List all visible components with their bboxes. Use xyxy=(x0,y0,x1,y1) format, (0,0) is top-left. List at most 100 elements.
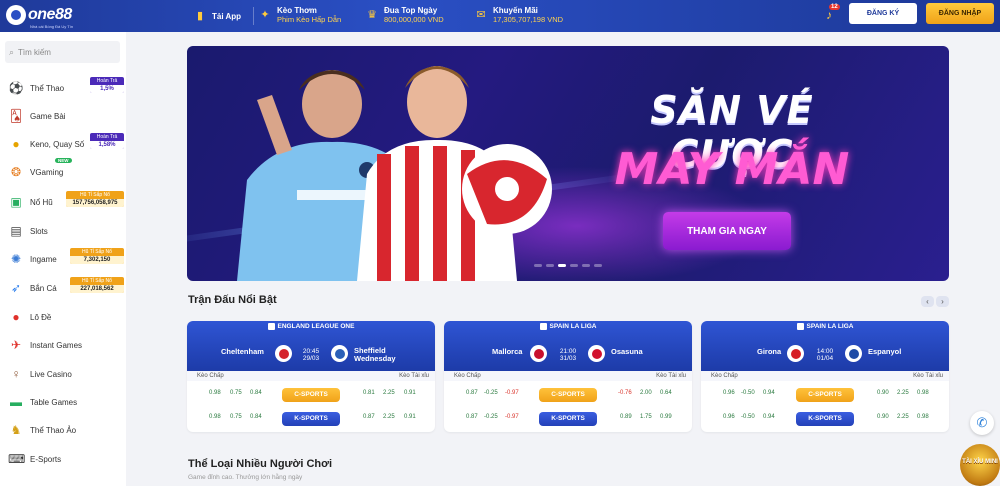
join-now-button[interactable]: THAM GIA NGAY xyxy=(663,212,791,250)
match-time: 14:00 01/04 xyxy=(816,348,834,362)
logo-text: one88 xyxy=(28,6,72,23)
k-sports-button[interactable]: K-SPORTS xyxy=(282,412,340,426)
sidebar-item-no-hu[interactable]: ▣ Nổ Hũ Hũ Tỉ Sắp Nổ 157,756,058,975 xyxy=(0,189,126,215)
promo-bonus-title: Khuyến Mãi xyxy=(493,6,538,15)
logo-tagline: Nhà cái Bóng Đá Uy Tín xyxy=(30,24,74,29)
promo-daily-top[interactable]: ♛ Đua Top Ngày 800,000,000 VND xyxy=(365,6,444,24)
fish-icon: ➶ xyxy=(10,281,22,295)
sidebar-item-vgaming[interactable]: ❂ VGaming NEW xyxy=(0,158,126,185)
sidebar-item-the-thao[interactable]: ⚽ Thể Thao Hoàn Trả 1,5% xyxy=(0,75,126,101)
jackpot-badge: Hũ Tỉ Sắp Nổ 227,018,562 xyxy=(70,277,124,293)
keno-icon: ● xyxy=(12,137,20,151)
badge-value: 1,58% xyxy=(90,141,124,149)
promo-bonus[interactable]: ✉ Khuyến Mãi 17,305,707,198 VND xyxy=(474,6,563,24)
sidebar-item-ingame[interactable]: ✺ Ingame Hũ Tỉ Sắp Nổ 7,302,150 xyxy=(0,246,126,272)
promo-hot-odds[interactable]: ✦ Kèo Thơm Phim Kèo Hấp Dẫn xyxy=(258,6,341,24)
table-icon: ▬ xyxy=(10,395,22,409)
carousel-dot[interactable] xyxy=(594,264,602,267)
sidebar: ⌕ Tìm kiếm ⚽ Thể Thao Hoàn Trả 1,5% 🂡 Ga… xyxy=(0,32,126,486)
odds-row: 0.98 0.75 0.84 C-SPORTS 0.81 2.25 0.91 xyxy=(187,388,435,402)
sidebar-item-lo-de[interactable]: ● Lô Đề xyxy=(0,304,126,330)
home-team: Girona xyxy=(757,347,782,356)
home-crest-icon xyxy=(787,345,804,362)
popular-games-subtitle: Game đỉnh cao. Thưởng lớn hằng ngày xyxy=(188,474,303,481)
k-sports-button[interactable]: K-SPORTS xyxy=(796,412,854,426)
logo[interactable]: one88 Nhà cái Bóng Đá Uy Tín xyxy=(6,5,73,29)
search-box[interactable]: ⌕ Tìm kiếm xyxy=(5,41,120,63)
promo-banner[interactable]: SĂN VÉ CƯỢC MAY MẮN THAM GIA NGAY xyxy=(187,46,949,281)
sidebar-item-table-games[interactable]: ▬ Table Games xyxy=(0,389,126,415)
sidebar-item-label: Table Games xyxy=(30,397,78,407)
carousel-dot[interactable] xyxy=(570,264,578,267)
odds-row: 0.87 -0.25 -0.97 K-SPORTS 0.89 1.75 0.99 xyxy=(444,412,692,426)
ingame-icon: ✺ xyxy=(10,252,22,266)
flag-icon xyxy=(267,323,275,330)
carousel-dot[interactable] xyxy=(582,264,590,267)
sidebar-item-keno[interactable]: ● Keno, Quay Số Hoàn Trả 1,58% xyxy=(0,131,126,157)
slots-icon: ▤ xyxy=(10,224,22,238)
carousel-dot-active[interactable] xyxy=(558,264,566,267)
sidebar-item-label: Live Casino xyxy=(30,369,72,379)
badge-value: 1,5% xyxy=(90,85,124,93)
home-crest-icon xyxy=(530,345,547,362)
badge-title: Hoàn Trả xyxy=(96,78,118,84)
match-card[interactable]: SPAIN LA LIGA Girona 14:00 01/04 Espanyol… xyxy=(701,321,949,432)
sidebar-item-the-thao-ao[interactable]: ♞ Thể Thao Ảo xyxy=(0,417,126,443)
sidebar-item-label: Game Bài xyxy=(30,111,66,121)
register-button[interactable]: ĐĂNG KÝ xyxy=(849,3,917,24)
jackpot-badge: Hũ Tỉ Sắp Nổ 7,302,150 xyxy=(70,248,124,264)
sidebar-item-label: Thể Thao xyxy=(30,83,65,93)
odds-row: 0.96 -0.50 0.94 K-SPORTS 0.90 2.25 0.98 xyxy=(701,412,949,426)
match-card[interactable]: ENGLAND LEAGUE ONE Cheltenham 20:45 29/03… xyxy=(187,321,435,432)
k-sports-button[interactable]: K-SPORTS xyxy=(539,412,597,426)
home-team: Mallorca xyxy=(492,347,523,356)
phone-icon[interactable]: ✆ xyxy=(970,411,994,435)
trophy-icon: ♛ xyxy=(367,9,377,21)
cashback-badge: Hoàn Trả 1,58% xyxy=(90,133,124,149)
cashback-badge: Hoàn Trả 1,5% xyxy=(90,77,124,93)
sidebar-item-label: VGaming xyxy=(30,167,64,177)
away-crest-icon xyxy=(845,345,862,362)
home-crest-icon xyxy=(275,345,292,362)
player-atletico-image xyxy=(357,66,552,281)
vgaming-icon: ❂ xyxy=(10,165,22,179)
jackpot-icon: ▣ xyxy=(10,195,22,209)
sidebar-item-instant-games[interactable]: ✈ Instant Games xyxy=(0,332,126,358)
app-download-label: Tải App xyxy=(212,11,242,21)
search-input[interactable]: Tìm kiếm xyxy=(18,48,51,57)
sidebar-item-ban-ca[interactable]: ➶ Bắn Cá Hũ Tỉ Sắp Nổ 227,018,562 xyxy=(0,275,126,301)
away-crest-icon xyxy=(588,345,605,362)
new-tag: NEW xyxy=(55,158,72,163)
sidebar-item-label: E-Sports xyxy=(30,454,62,464)
c-sports-button[interactable]: C-SPORTS xyxy=(282,388,340,402)
sidebar-item-slots[interactable]: ▤ Slots xyxy=(0,218,126,244)
notification-count: 12 xyxy=(829,4,840,10)
away-team: Sheffield Wednesday xyxy=(354,346,396,363)
sidebar-item-live-casino[interactable]: ♀ Live Casino xyxy=(0,361,126,387)
promo-daily-top-sub: 800,000,000 VND xyxy=(384,15,444,24)
chevron-right-icon[interactable]: › xyxy=(936,296,949,307)
taixiu-mini-game[interactable]: TÀI XỈU MINI xyxy=(960,444,1000,486)
promo-hot-odds-title: Kèo Thơm xyxy=(277,6,317,15)
carousel-dot[interactable] xyxy=(546,264,554,267)
chevron-left-icon[interactable]: ‹ xyxy=(921,296,934,307)
league-name: ENGLAND LEAGUE ONE xyxy=(187,323,435,330)
bell-icon[interactable]: ♪ xyxy=(826,8,838,22)
gamepad-icon: ⌨ xyxy=(8,452,26,466)
app-download-link[interactable]: ▮ Tải App xyxy=(193,9,241,23)
plane-icon: ✈ xyxy=(10,338,22,352)
away-team: Osasuna xyxy=(611,347,643,356)
login-button[interactable]: ĐĂNG NHẬP xyxy=(926,3,994,24)
sidebar-item-e-sports[interactable]: ⌨ E-Sports xyxy=(0,446,126,472)
c-sports-button[interactable]: C-SPORTS xyxy=(796,388,854,402)
sidebar-item-game-bai[interactable]: 🂡 Game Bài xyxy=(0,103,126,129)
match-card[interactable]: SPAIN LA LIGA Mallorca 21:00 31/03 Osasun… xyxy=(444,321,692,432)
sidebar-item-label: Keno, Quay Số xyxy=(30,139,85,149)
badge-title: Hũ Tỉ Sắp Nổ xyxy=(82,249,112,255)
odds-row: 0.96 -0.50 0.94 C-SPORTS 0.90 2.25 0.98 xyxy=(701,388,949,402)
c-sports-button[interactable]: C-SPORTS xyxy=(539,388,597,402)
odds-row: 0.98 0.75 0.84 K-SPORTS 0.87 2.25 0.91 xyxy=(187,412,435,426)
carousel-dot[interactable] xyxy=(534,264,542,267)
featured-nav: ‹ › xyxy=(921,296,949,307)
flag-icon xyxy=(539,323,547,330)
